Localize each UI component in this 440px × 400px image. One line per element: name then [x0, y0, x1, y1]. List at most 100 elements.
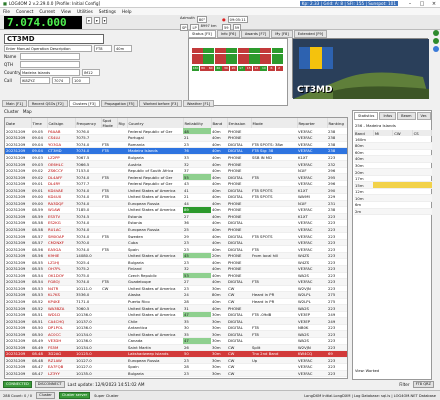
menu-file[interactable]: File: [3, 9, 10, 14]
tab-extended[interactable]: Extended [F9]: [293, 30, 328, 38]
tab-my[interactable]: My [F8]: [271, 30, 293, 38]
column-header[interactable]: Date: [5, 118, 32, 128]
table-cell: [101, 376, 117, 378]
tab-beam[interactable]: Beam: [397, 112, 416, 120]
status-grid-cell: [260, 59, 272, 64]
tab-statistics[interactable]: Statistics: [354, 112, 379, 120]
band-status-cell: 2: [275, 66, 283, 71]
tab-weather[interactable]: Weather [F1]: [182, 100, 215, 107]
tab-recent-qsos[interactable]: Recent QSOs [F2]: [27, 100, 68, 107]
status-grid-cell: [192, 59, 203, 64]
maximize-button[interactable]: □: [416, 1, 428, 7]
qso-entry-panel: Enter Manual Operation Description FT8 40m…: [4, 45, 180, 98]
subtab-cluster[interactable]: Cluster: [4, 109, 19, 114]
cluster-status[interactable]: Cluster: [36, 392, 55, 399]
callsign-input[interactable]: CT3MD: [4, 34, 104, 44]
status-grid-cell: [237, 48, 249, 53]
table-cell: Spain: [127, 376, 183, 378]
save-icon[interactable]: [433, 30, 439, 36]
frequency-display[interactable]: 7.074.000: [4, 16, 82, 29]
table-cell: 23: [183, 376, 211, 378]
mode-button-ssb[interactable]: ▾: [86, 17, 92, 24]
tab-info[interactable]: Info [F6]: [216, 30, 240, 38]
tab-status[interactable]: Status [F5]: [188, 30, 216, 38]
menu-settings[interactable]: Settings: [99, 9, 116, 14]
column-header[interactable]: Ranking: [327, 118, 347, 128]
band-status-cell: 15: [245, 66, 253, 71]
rx-input[interactable]: 7074: [52, 77, 70, 84]
tab-version[interactable]: Ver.: [416, 112, 432, 120]
minimize-button[interactable]: –: [404, 1, 416, 7]
band-select[interactable]: 40m: [114, 45, 132, 52]
table-cell: [117, 376, 127, 378]
tab-propagation[interactable]: Propagation [F5]: [100, 100, 139, 107]
table-row[interactable]: 2023120908.46EA3HKA10135.0 Spain2330mCW VE…: [5, 376, 347, 378]
manual-description[interactable]: Enter Manual Operation Description: [4, 45, 92, 52]
clear-icon[interactable]: [433, 38, 439, 44]
azimuth-block: Azimuth 80° SP LP 8997 km: [180, 16, 217, 31]
stats-cell: [373, 208, 393, 216]
disconnect-button[interactable]: DISCONNECT: [34, 381, 65, 388]
column-header[interactable]: Country: [127, 118, 184, 128]
status-grid-cell: [260, 48, 272, 53]
tab-awards[interactable]: Awards [F7]: [240, 30, 271, 38]
table-cell: 08.46: [31, 376, 47, 378]
tab-infos[interactable]: Infos: [379, 112, 397, 120]
status-grid-cell: [271, 59, 283, 64]
app-icon: ■: [3, 1, 7, 6]
column-header[interactable]: Reporter: [297, 118, 328, 128]
status-grid-cell: [192, 53, 203, 59]
lookup-icon[interactable]: [433, 46, 439, 52]
menu-view[interactable]: View: [61, 9, 71, 14]
table-cell: United States of America: [127, 206, 183, 214]
mode-select[interactable]: FT8: [94, 45, 112, 52]
tab-main[interactable]: Main [F1]: [2, 100, 27, 107]
propagation-info: Kp: 2.33 | Grid: A: 8 | SFI: 155 | Sunsp…: [299, 1, 398, 6]
column-header[interactable]: Mode: [251, 118, 298, 128]
stats-cell: [412, 208, 432, 216]
band-status-cell: 10: [260, 66, 268, 71]
status-grid-cell: [271, 53, 283, 59]
band-status-cell: 17: [237, 66, 245, 71]
menu-utilities[interactable]: Utilities: [77, 9, 93, 14]
mode-button-dig[interactable]: ▾: [101, 17, 108, 24]
column-header[interactable]: Band: [211, 118, 228, 128]
column-header[interactable]: Spot Mode: [101, 118, 118, 128]
power-input[interactable]: 100: [72, 77, 90, 84]
cluster-spot-table: Date Time Callsign Frequency Spot Mode Rig Cou…: [4, 117, 348, 379]
mycall-input[interactable]: IK8ZYZ: [20, 77, 50, 84]
qth-input[interactable]: [20, 61, 80, 68]
name-input[interactable]: [20, 53, 80, 60]
column-header[interactable]: Reliability: [183, 118, 212, 128]
column-header[interactable]: Emission: [227, 118, 252, 128]
flag-callsign: CT3MD: [297, 85, 333, 95]
menu-current[interactable]: Current: [39, 9, 55, 14]
tab-worked-before[interactable]: Worked before [F3]: [139, 100, 182, 107]
status-grid-cell: [203, 53, 215, 59]
record-icon[interactable]: ●: [222, 17, 226, 22]
subtab-map[interactable]: Map: [23, 109, 32, 114]
super-cluster-status[interactable]: Super Cluster: [94, 394, 118, 398]
mode-button-cw[interactable]: ▾: [93, 17, 100, 24]
status-bar: 288 Count: 0 / 0 Cluster Cluster server …: [0, 390, 440, 400]
grid-input[interactable]: IM12: [82, 69, 100, 76]
menu-connect[interactable]: Connect: [16, 9, 33, 14]
column-header[interactable]: Time: [31, 118, 48, 128]
cluster-server-status[interactable]: Cluster server: [58, 392, 91, 399]
column-header[interactable]: Rig: [117, 118, 128, 128]
close-button[interactable]: ×: [428, 1, 440, 7]
cluster-connected-button[interactable]: CONNECTED: [3, 381, 32, 388]
statistics-panel: Statistics Infos Beam Ver. 256 - Madeira…: [352, 110, 433, 380]
band-status-cell: 12: [252, 66, 260, 71]
time-value: 09:05:11: [227, 16, 248, 23]
column-header[interactable]: Callsign: [47, 118, 76, 128]
status-grid-cell: [226, 53, 238, 59]
band-status-grid: 160 80 60 40 30 20 17 15 12 10 6 2: [192, 48, 284, 80]
menu-help[interactable]: Help: [122, 9, 132, 14]
tab-clusters[interactable]: Clusters [F3]: [68, 100, 100, 107]
table-cell: United States of America: [127, 193, 183, 201]
column-header[interactable]: Frequency: [75, 118, 102, 128]
stats-cell: [392, 208, 413, 216]
qrz-button[interactable]: FT8 QRZ: [412, 381, 434, 388]
country-input[interactable]: Madeira Islands: [20, 69, 80, 76]
